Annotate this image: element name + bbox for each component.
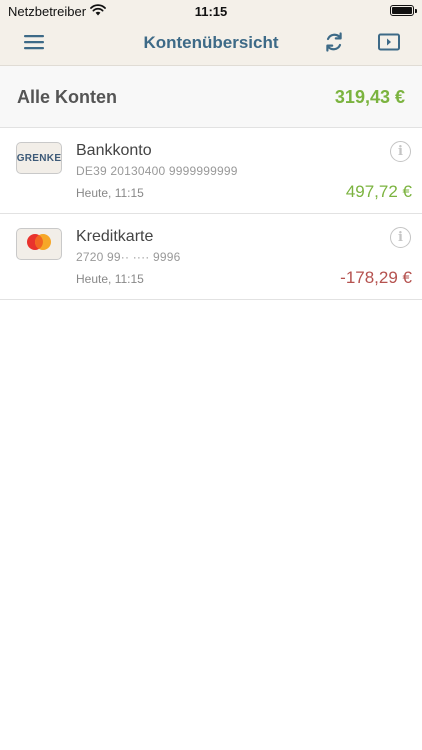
battery-icon xyxy=(390,5,417,16)
share-icon xyxy=(377,32,401,57)
account-updated: Heute, 11:15 xyxy=(76,272,144,286)
summary-label: Alle Konten xyxy=(17,87,118,107)
bank-logo-text: GRENKE xyxy=(16,152,62,164)
all-accounts-summary[interactable]: Alle Konten 319,43 € xyxy=(0,66,422,128)
export-button[interactable] xyxy=(375,30,403,58)
account-balance: 497,72 € xyxy=(345,182,412,201)
account-name: Kreditkarte xyxy=(76,228,154,245)
page-title: Kontenübersicht xyxy=(143,33,279,52)
mastercard-icon xyxy=(24,232,54,257)
card-logo xyxy=(16,228,62,260)
info-icon[interactable]: i xyxy=(390,141,411,162)
account-row-bankkonto[interactable]: GRENKE Bankkonto DE39 20130400 999999999… xyxy=(0,128,422,214)
account-name: Bankkonto xyxy=(76,142,152,159)
account-balance: -178,29 € xyxy=(340,268,412,287)
card-number: 2720 99·· ···· 9996 xyxy=(76,250,181,264)
top-bar: Netzbetreiber 11:15 Kontenübersicht xyxy=(0,0,422,66)
account-updated: Heute, 11:15 xyxy=(76,186,144,200)
summary-total: 319,43 € xyxy=(334,87,405,107)
account-number: DE39 20130400 9999999999 xyxy=(76,164,238,178)
navigation-bar: Kontenübersicht xyxy=(0,22,422,66)
status-bar: Netzbetreiber 11:15 xyxy=(0,0,422,22)
bank-logo: GRENKE xyxy=(16,142,62,174)
info-icon[interactable]: i xyxy=(390,227,411,248)
sync-button[interactable] xyxy=(320,30,348,58)
sync-icon xyxy=(323,31,345,58)
account-row-kreditkarte[interactable]: Kreditkarte 2720 99·· ···· 9996 Heute, 1… xyxy=(0,214,422,300)
status-time: 11:15 xyxy=(194,4,228,19)
